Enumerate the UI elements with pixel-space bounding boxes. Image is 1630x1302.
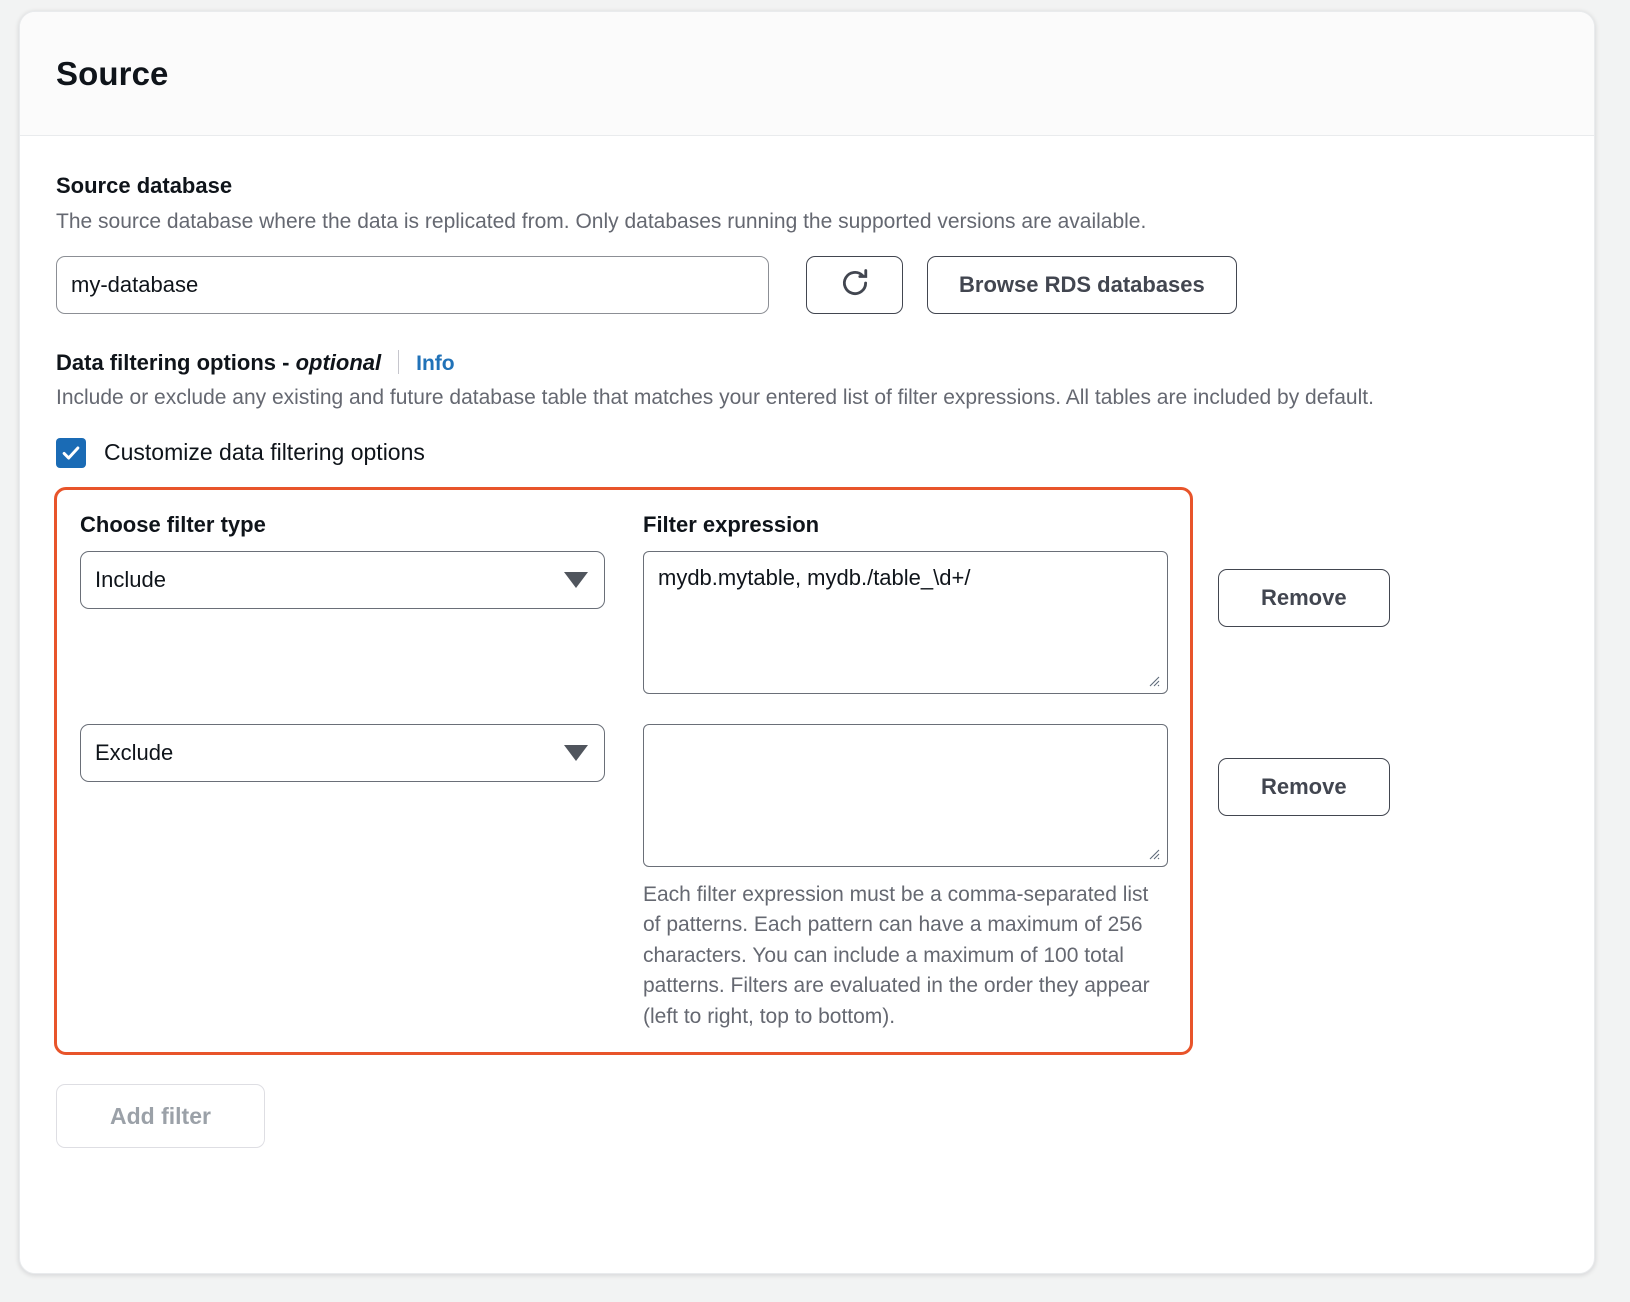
customize-filtering-checkbox-label[interactable]: Customize data filtering options <box>104 439 425 466</box>
filter-type-select-include[interactable]: Include <box>80 551 605 609</box>
filter-type-select-value: Include <box>95 567 166 593</box>
data-filtering-section: Data filtering options - optional Info I… <box>56 346 1558 1148</box>
filter-expression-helper-text: Each filter expression must be a comma-s… <box>643 880 1171 1032</box>
screenshot-root: Source Source database The source databa… <box>0 0 1630 1302</box>
panel-header: Source <box>20 12 1594 136</box>
source-database-description: The source database where the data is re… <box>56 207 1476 237</box>
panel-body: Source database The source database wher… <box>20 136 1594 1148</box>
filter-type-cell: Include <box>80 551 643 694</box>
page-title: Source <box>56 55 168 93</box>
filter-expression-textarea-exclude[interactable] <box>643 724 1168 867</box>
optional-tag: optional <box>296 350 382 375</box>
browse-rds-databases-button[interactable]: Browse RDS databases <box>927 256 1237 314</box>
label-divider <box>398 350 399 374</box>
refresh-button[interactable] <box>806 256 903 314</box>
info-link[interactable]: Info <box>416 352 454 376</box>
remove-filter-button-1[interactable]: Remove <box>1218 569 1390 627</box>
remove-button-slot: Remove <box>1218 758 1390 816</box>
filter-expression-column-header: Filter expression <box>643 512 1171 538</box>
filter-expression-cell <box>643 551 1171 694</box>
filter-type-column-header: Choose filter type <box>80 512 643 538</box>
source-database-input[interactable] <box>56 256 769 314</box>
remove-filter-button-2[interactable]: Remove <box>1218 758 1390 816</box>
data-filtering-label: Data filtering options - optional <box>56 349 381 377</box>
add-filter-button[interactable]: Add filter <box>56 1084 265 1148</box>
source-database-row: Browse RDS databases <box>56 256 1558 314</box>
filter-row: Exclude Each filter expressi <box>80 724 1190 1032</box>
filter-row: Include <box>80 551 1190 694</box>
remove-button-slot: Remove <box>1218 569 1390 627</box>
filter-expression-cell: Each filter expression must be a comma-s… <box>643 724 1171 1032</box>
filter-expression-wrapper <box>643 551 1168 694</box>
source-database-label: Source database <box>56 172 1558 200</box>
data-filtering-description: Include or exclude any existing and futu… <box>56 383 1476 413</box>
filter-rows-highlight-box: Choose filter type Filter expression Inc… <box>54 487 1193 1055</box>
source-panel: Source Source database The source databa… <box>19 11 1595 1274</box>
filter-column-headers: Choose filter type Filter expression <box>80 512 1190 538</box>
filter-type-select-value: Exclude <box>95 740 173 766</box>
data-filtering-label-row: Data filtering options - optional Info <box>56 346 1558 377</box>
customize-filtering-checkbox[interactable] <box>56 438 86 468</box>
customize-filtering-checkbox-row[interactable]: Customize data filtering options <box>56 438 1558 468</box>
filter-expression-wrapper <box>643 724 1168 867</box>
filter-type-select-exclude[interactable]: Exclude <box>80 724 605 782</box>
check-icon <box>60 442 82 464</box>
filter-expression-textarea-include[interactable] <box>643 551 1168 694</box>
chevron-down-icon <box>564 745 588 761</box>
refresh-icon <box>838 266 872 303</box>
chevron-down-icon <box>564 572 588 588</box>
source-database-field: Source database The source database wher… <box>56 172 1558 314</box>
filter-type-cell: Exclude <box>80 724 643 1032</box>
